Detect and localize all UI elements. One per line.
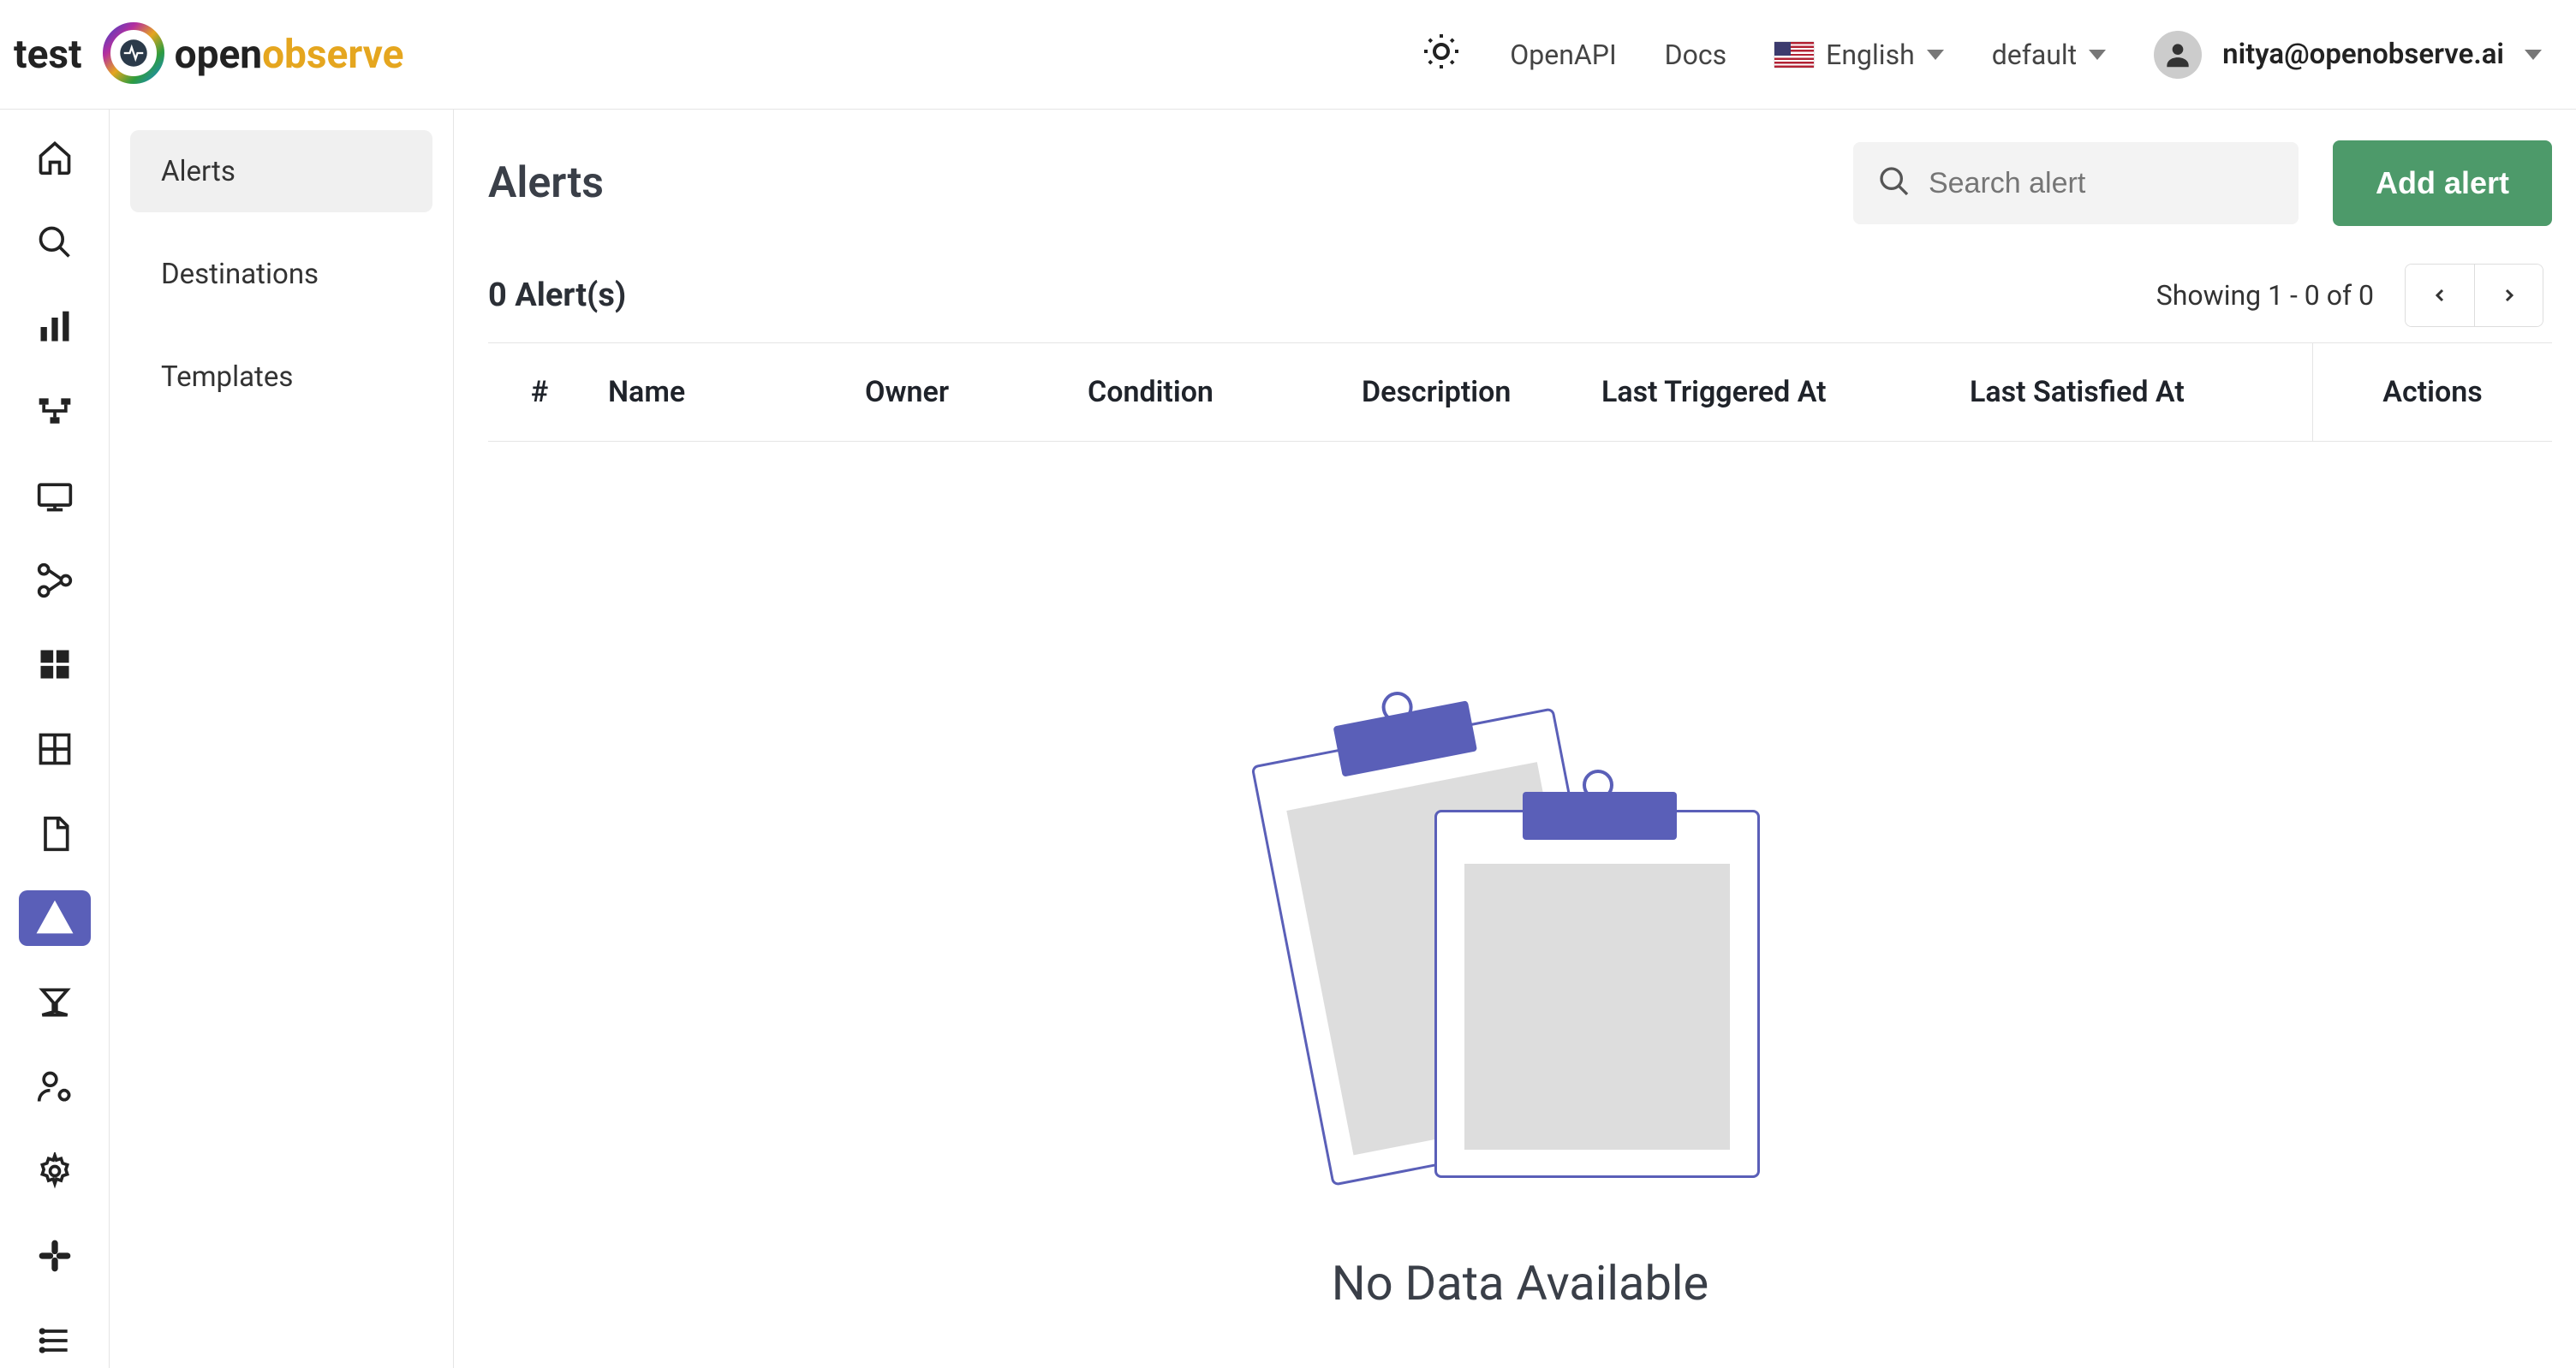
chevron-down-icon bbox=[2089, 50, 2106, 60]
openapi-label: OpenAPI bbox=[1510, 39, 1616, 71]
chevron-down-icon bbox=[1927, 50, 1944, 60]
empty-state: No Data Available bbox=[488, 442, 2552, 1368]
header-right: OpenAPI Docs English default nitya@openo… bbox=[1421, 31, 2542, 79]
nav-pipelines[interactable] bbox=[19, 552, 91, 608]
empty-message: No Data Available bbox=[1332, 1255, 1708, 1311]
nav-iam[interactable] bbox=[19, 1059, 91, 1115]
add-alert-button[interactable]: Add alert bbox=[2333, 140, 2552, 226]
nav-slack[interactable] bbox=[19, 1228, 91, 1284]
user-menu[interactable]: nitya@openobserve.ai bbox=[2154, 31, 2542, 79]
nav-rail bbox=[0, 110, 110, 1368]
alert-count: 0 Alert(s) bbox=[488, 277, 626, 314]
col-description: Description bbox=[1345, 375, 1584, 409]
table-header: # Name Owner Condition Description Last … bbox=[488, 342, 2552, 442]
nav-settings[interactable] bbox=[19, 1144, 91, 1199]
nav-about[interactable] bbox=[19, 1312, 91, 1368]
logo-icon bbox=[103, 22, 164, 87]
language-label: English bbox=[1826, 39, 1915, 71]
nav-home[interactable] bbox=[19, 130, 91, 186]
col-actions: Actions bbox=[2312, 343, 2552, 441]
nav-search[interactable] bbox=[19, 215, 91, 271]
pager-prev[interactable] bbox=[2406, 265, 2474, 326]
logo-text: openobserve bbox=[175, 32, 404, 78]
showing-label: Showing 1 - 0 of 0 bbox=[2156, 279, 2374, 312]
pager-next[interactable] bbox=[2474, 265, 2543, 326]
search-box[interactable] bbox=[1853, 142, 2299, 224]
nav-alerts[interactable] bbox=[19, 890, 91, 946]
top-header: test bbox=[0, 0, 2576, 110]
avatar bbox=[2154, 31, 2202, 79]
workspace-label: default bbox=[1992, 39, 2077, 71]
nav-dashboards[interactable] bbox=[19, 637, 91, 693]
subheader: 0 Alert(s) Showing 1 - 0 of 0 bbox=[488, 264, 2552, 327]
col-num: # bbox=[488, 375, 591, 409]
sidebar-item-destinations[interactable]: Destinations bbox=[130, 233, 432, 315]
header-left: test bbox=[14, 22, 403, 87]
search-icon bbox=[1877, 164, 1911, 202]
col-owner: Owner bbox=[848, 375, 1070, 409]
sidebar-item-alerts[interactable]: Alerts bbox=[130, 130, 432, 212]
language-selector[interactable]: English bbox=[1774, 39, 1944, 71]
logo[interactable]: openobserve bbox=[103, 22, 404, 87]
docs-link[interactable]: Docs bbox=[1665, 39, 1727, 71]
chevron-down-icon bbox=[2525, 50, 2542, 60]
nav-functions[interactable] bbox=[19, 975, 91, 1031]
flag-icon bbox=[1774, 42, 1814, 68]
nav-metrics[interactable] bbox=[19, 299, 91, 354]
org-name: test bbox=[14, 32, 82, 78]
docs-label: Docs bbox=[1665, 39, 1727, 71]
sun-icon bbox=[1421, 31, 1462, 79]
col-name: Name bbox=[591, 375, 848, 409]
openapi-link[interactable]: OpenAPI bbox=[1510, 39, 1616, 71]
nav-traces[interactable] bbox=[19, 384, 91, 439]
workspace-selector[interactable]: default bbox=[1992, 39, 2106, 71]
sidebar-item-templates[interactable]: Templates bbox=[130, 336, 432, 418]
sub-sidebar: Alerts Destinations Templates bbox=[110, 110, 454, 1368]
toolbar: Alerts Add alert bbox=[488, 140, 2552, 226]
nav-streams[interactable] bbox=[19, 722, 91, 777]
search-input[interactable] bbox=[1929, 167, 2275, 200]
main-content: Alerts Add alert 0 Alert(s) Showing 1 - … bbox=[454, 110, 2576, 1368]
page-title: Alerts bbox=[488, 158, 604, 208]
nav-rum[interactable] bbox=[19, 468, 91, 524]
pager bbox=[2405, 264, 2543, 327]
col-last-satisfied: Last Satisfied At bbox=[1953, 375, 2312, 409]
col-last-triggered: Last Triggered At bbox=[1584, 375, 1953, 409]
theme-toggle[interactable] bbox=[1421, 31, 1462, 79]
nav-reports[interactable] bbox=[19, 806, 91, 861]
user-email: nitya@openobserve.ai bbox=[2222, 38, 2504, 71]
col-condition: Condition bbox=[1070, 375, 1345, 409]
clipboard-icon bbox=[1272, 707, 1768, 1187]
